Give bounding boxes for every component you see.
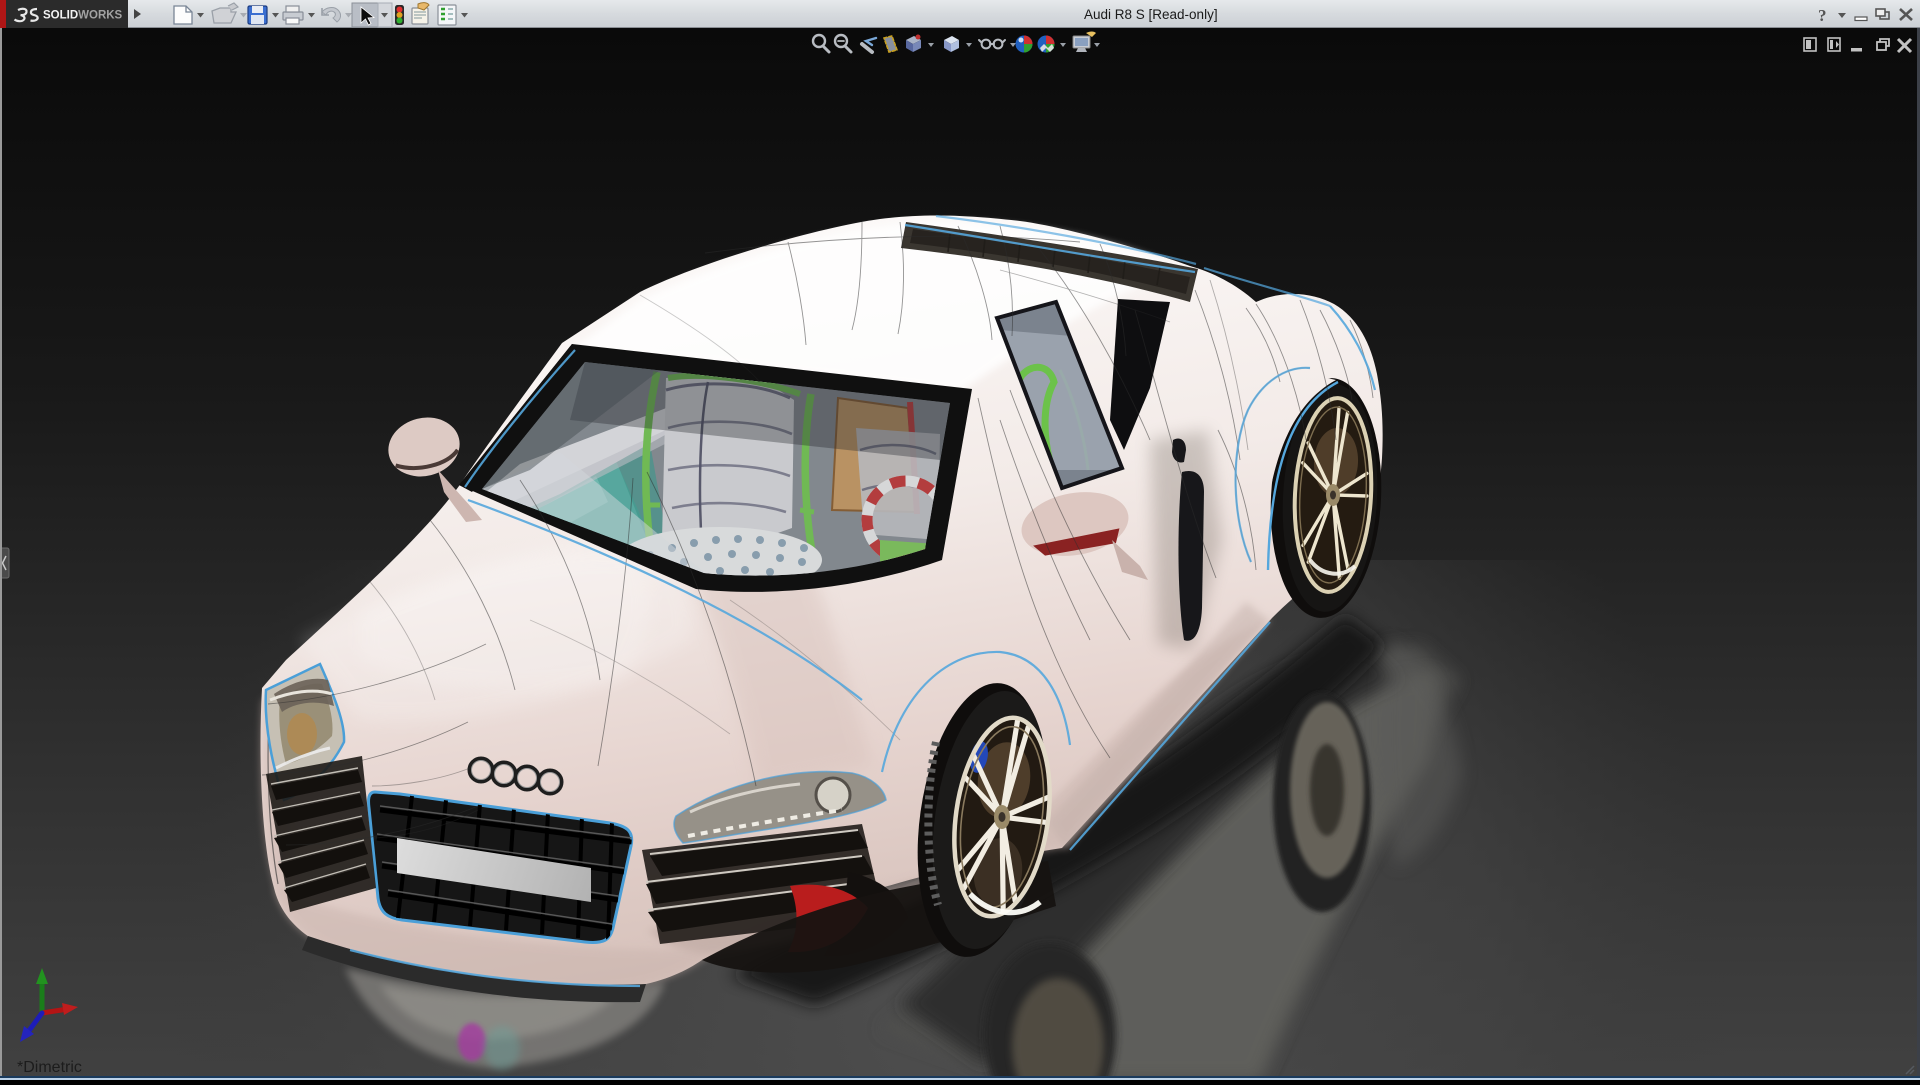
svg-text:SOLIDWORKS: SOLIDWORKS	[43, 10, 123, 22]
svg-text:Audi R8 S [Read-only]: Audi R8 S [Read-only]	[1084, 7, 1218, 22]
svg-text:?: ?	[1818, 6, 1827, 25]
svg-text:*Dimetric: *Dimetric	[17, 1059, 82, 1076]
